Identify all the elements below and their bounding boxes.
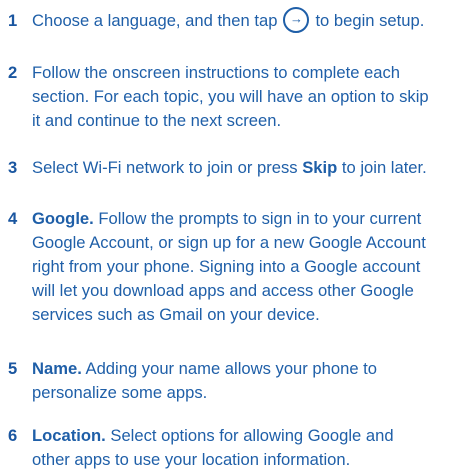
step-text-after: to begin setup. bbox=[315, 11, 425, 30]
step-number: 1 bbox=[8, 11, 18, 30]
step-line: other apps to use your location informat… bbox=[32, 450, 351, 469]
step-number: 6 bbox=[8, 426, 18, 445]
step-number: 2 bbox=[8, 63, 18, 82]
step-number: 4 bbox=[8, 209, 18, 228]
step-number: 5 bbox=[8, 359, 18, 378]
step-text: Follow the onscreen instructions to comp… bbox=[32, 61, 475, 133]
step-heading: Google. bbox=[32, 209, 94, 228]
step-line: Select options for allowing Google and bbox=[110, 426, 394, 445]
step-line: right from your phone. Signing into a Go… bbox=[32, 257, 421, 276]
arrow-right-circle-icon: → bbox=[283, 6, 310, 33]
step-text: Google. Follow the prompts to sign in to… bbox=[32, 207, 475, 327]
step-text-after: to join later. bbox=[341, 158, 427, 177]
step-line: Google Account, or sign up for a new Goo… bbox=[32, 233, 426, 252]
step-line: section. For each topic, you will have a… bbox=[32, 87, 429, 106]
step-number: 3 bbox=[8, 158, 18, 177]
step-text: Select Wi-Fi network to join or press Sk… bbox=[32, 156, 475, 180]
step-line: personalize some apps. bbox=[32, 383, 208, 402]
step-text-before: Select Wi-Fi network to join or press bbox=[32, 158, 298, 177]
step-line: Follow the onscreen instructions to comp… bbox=[32, 63, 401, 82]
step-line: Follow the prompts to sign in to your cu… bbox=[98, 209, 422, 228]
step-line: will let you download apps and access ot… bbox=[32, 281, 414, 300]
skip-emphasis: Skip bbox=[302, 158, 338, 177]
step-text-before: Choose a language, and then tap bbox=[32, 11, 278, 30]
step-text: Name. Adding your name allows your phone… bbox=[32, 357, 475, 405]
step-heading: Name. bbox=[32, 359, 82, 378]
step-line: services such as Gmail on your device. bbox=[32, 305, 320, 324]
step-line: it and continue to the next screen. bbox=[32, 111, 282, 130]
step-text: Location. Select options for allowing Go… bbox=[32, 424, 475, 472]
step-heading: Location. bbox=[32, 426, 106, 445]
step-text: Choose a language, and then tap → to begin… bbox=[32, 6, 475, 33]
step-line: Adding your name allows your phone to bbox=[85, 359, 378, 378]
